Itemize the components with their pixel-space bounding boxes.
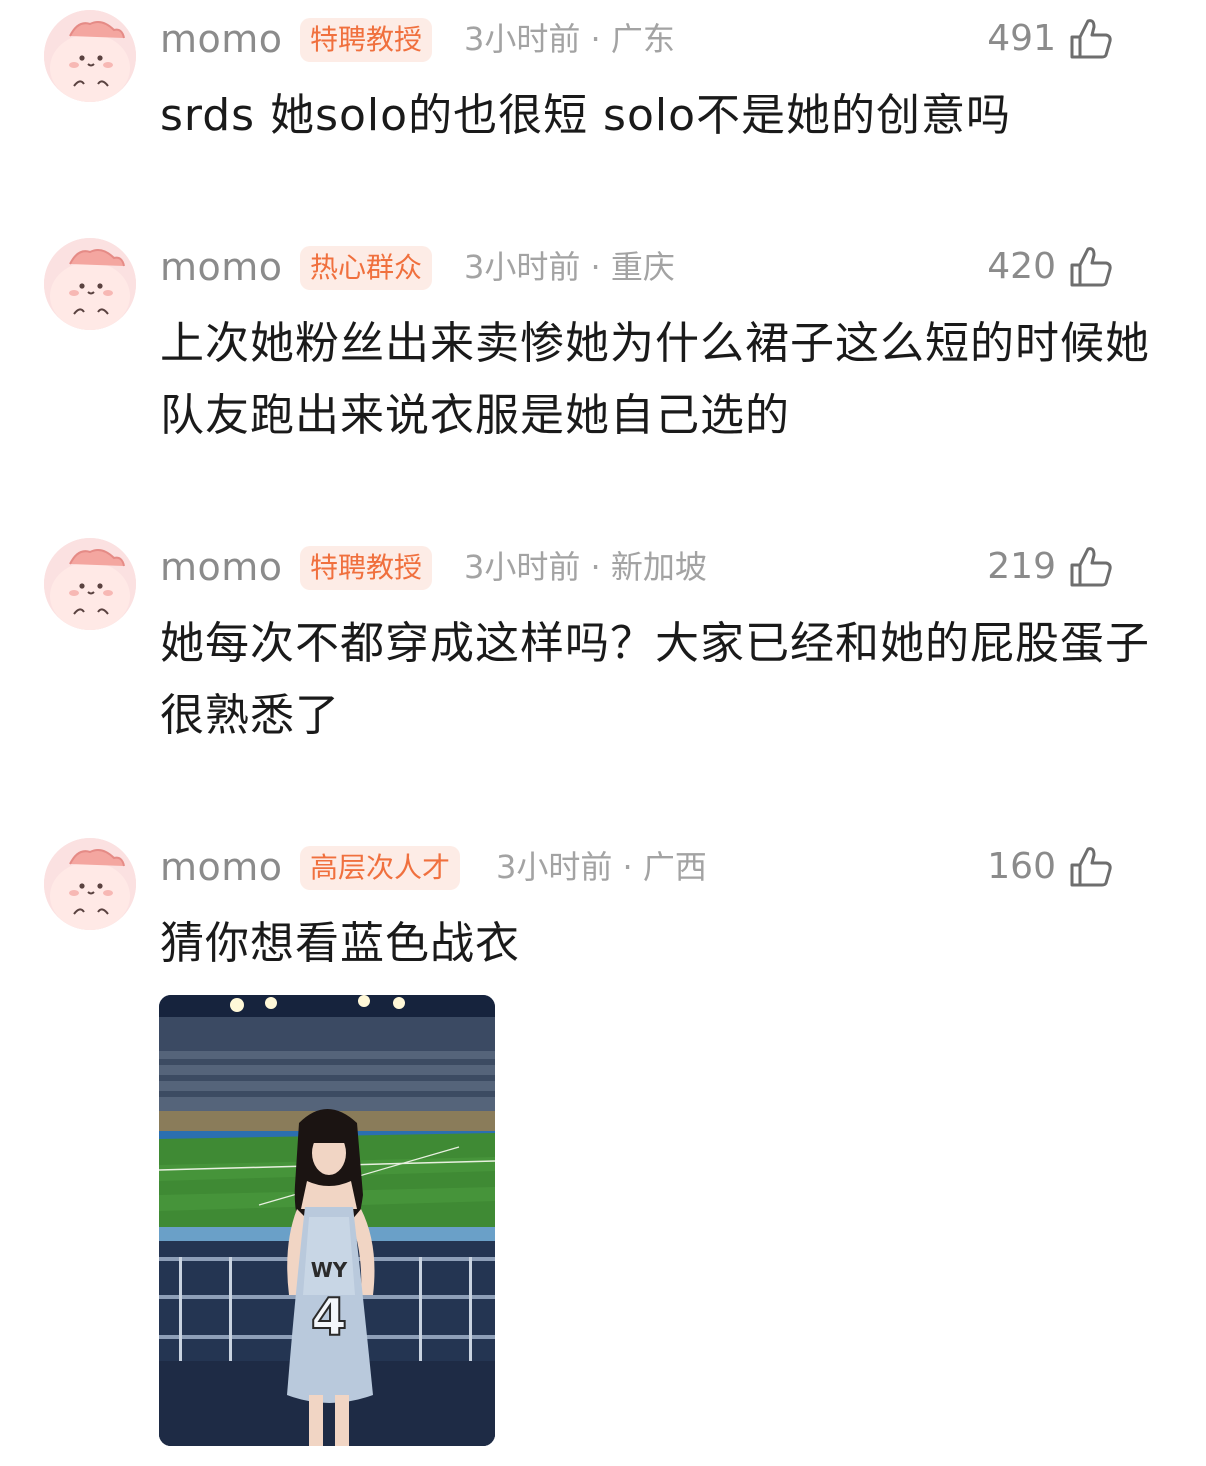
- thumb-up-icon: [1070, 19, 1112, 59]
- like-button[interactable]: 160: [987, 842, 1114, 892]
- avatar[interactable]: [44, 10, 136, 102]
- username[interactable]: momo: [160, 842, 283, 892]
- user-badge: 特聘教授: [300, 18, 433, 62]
- comment-text: 猜你想看蓝色战衣: [160, 918, 520, 969]
- like-count: 160: [987, 846, 1056, 887]
- comment-header: momo 特聘教授 3小时前 · 广东 491: [160, 10, 1160, 70]
- username[interactable]: momo: [160, 542, 283, 592]
- thumb-up-icon: [1070, 547, 1112, 587]
- comment-meta: 3小时前 · 新加坡: [464, 548, 707, 586]
- like-button[interactable]: 491: [987, 14, 1114, 64]
- comment-text: srds 她solo的也很短 solo不是她的创意吗: [160, 90, 1012, 141]
- comment-text: 她每次不都穿成这样吗？大家已经和她的屁股蛋子很熟悉了: [160, 618, 1150, 741]
- avatar[interactable]: [44, 538, 136, 630]
- like-count: 491: [987, 18, 1056, 59]
- comment-photo[interactable]: WY 4: [159, 995, 495, 1446]
- avatar-icon: [44, 538, 136, 630]
- comment-text: 上次她粉丝出来卖惨她为什么裙子这么短的时候她队友跑出来说衣服是她自己选的: [160, 318, 1150, 441]
- thumb-up-icon: [1070, 247, 1112, 287]
- user-badge: 热心群众: [300, 246, 433, 290]
- avatar[interactable]: [44, 238, 136, 330]
- jersey-text: WY: [311, 1258, 348, 1282]
- avatar-icon: [44, 238, 136, 330]
- user-badge: 特聘教授: [300, 546, 433, 590]
- comment-meta: 3小时前 · 广东: [464, 20, 675, 58]
- user-badge: 高层次人才: [300, 846, 461, 890]
- comment-meta: 3小时前 · 广西: [496, 848, 707, 886]
- username[interactable]: momo: [160, 242, 283, 292]
- comment-meta: 3小时前 · 重庆: [464, 248, 675, 286]
- stadium-photo-image: WY 4: [159, 995, 495, 1446]
- comment-header: momo 特聘教授 3小时前 · 新加坡 219: [160, 538, 1160, 598]
- jersey-number: 4: [311, 1288, 347, 1348]
- thumb-up-icon: [1070, 847, 1112, 887]
- avatar-icon: [44, 838, 136, 930]
- username[interactable]: momo: [160, 14, 283, 64]
- like-button[interactable]: 219: [987, 542, 1114, 592]
- like-count: 420: [987, 246, 1056, 287]
- like-button[interactable]: 420: [987, 242, 1114, 292]
- comment-header: momo 高层次人才 3小时前 · 广西 160: [160, 838, 1160, 898]
- avatar-icon: [44, 10, 136, 102]
- like-count: 219: [987, 546, 1056, 587]
- comment-header: momo 热心群众 3小时前 · 重庆 420: [160, 238, 1160, 298]
- avatar[interactable]: [44, 838, 136, 930]
